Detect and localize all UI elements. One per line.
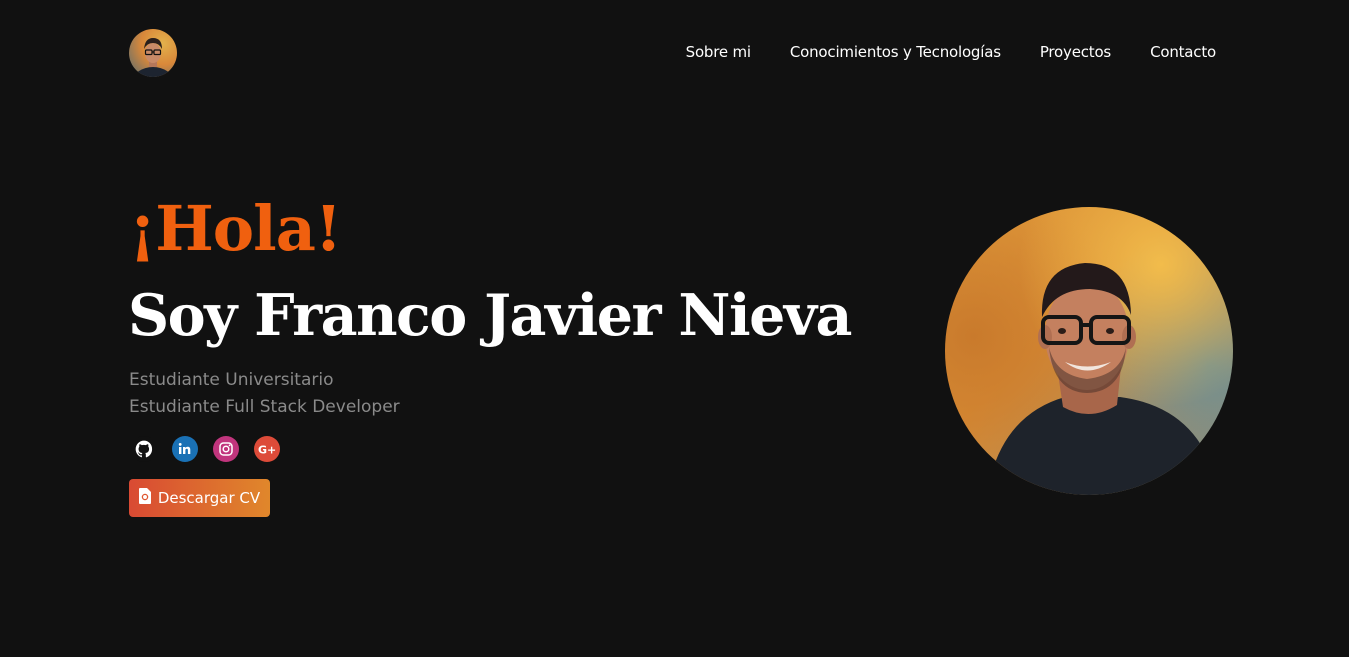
google-plus-icon[interactable]: G+ (254, 436, 280, 462)
download-cv-button[interactable]: Descargar CV (129, 479, 270, 517)
svg-text:G+: G+ (258, 444, 276, 457)
role-line: Estudiante Full Stack Developer (129, 397, 400, 417)
portfolio-page: Sobre mi Conocimientos y Tecnologías Pro… (0, 0, 1349, 657)
instagram-icon[interactable] (213, 436, 239, 462)
hero-name: Soy Franco Javier Nieva (128, 282, 852, 349)
main-nav: Sobre mi Conocimientos y Tecnologías Pro… (686, 43, 1217, 61)
nav-link-contacto[interactable]: Contacto (1150, 43, 1216, 61)
nav-link-proyectos[interactable]: Proyectos (1040, 43, 1111, 61)
file-pdf-icon (138, 488, 151, 508)
nav-link-sobre-mi[interactable]: Sobre mi (686, 43, 751, 61)
hero-roles: Estudiante Universitario Estudiante Full… (129, 367, 400, 421)
logo-avatar[interactable] (129, 29, 177, 77)
hero-greeting: ¡Hola! (129, 192, 342, 265)
linkedin-icon[interactable] (172, 436, 198, 462)
github-icon[interactable] (131, 436, 157, 462)
social-links: G+ (131, 436, 280, 462)
profile-photo (945, 207, 1233, 495)
download-cv-label: Descargar CV (157, 489, 261, 507)
nav-link-conocimientos[interactable]: Conocimientos y Tecnologías (790, 43, 1001, 61)
role-line: Estudiante Universitario (129, 370, 334, 390)
